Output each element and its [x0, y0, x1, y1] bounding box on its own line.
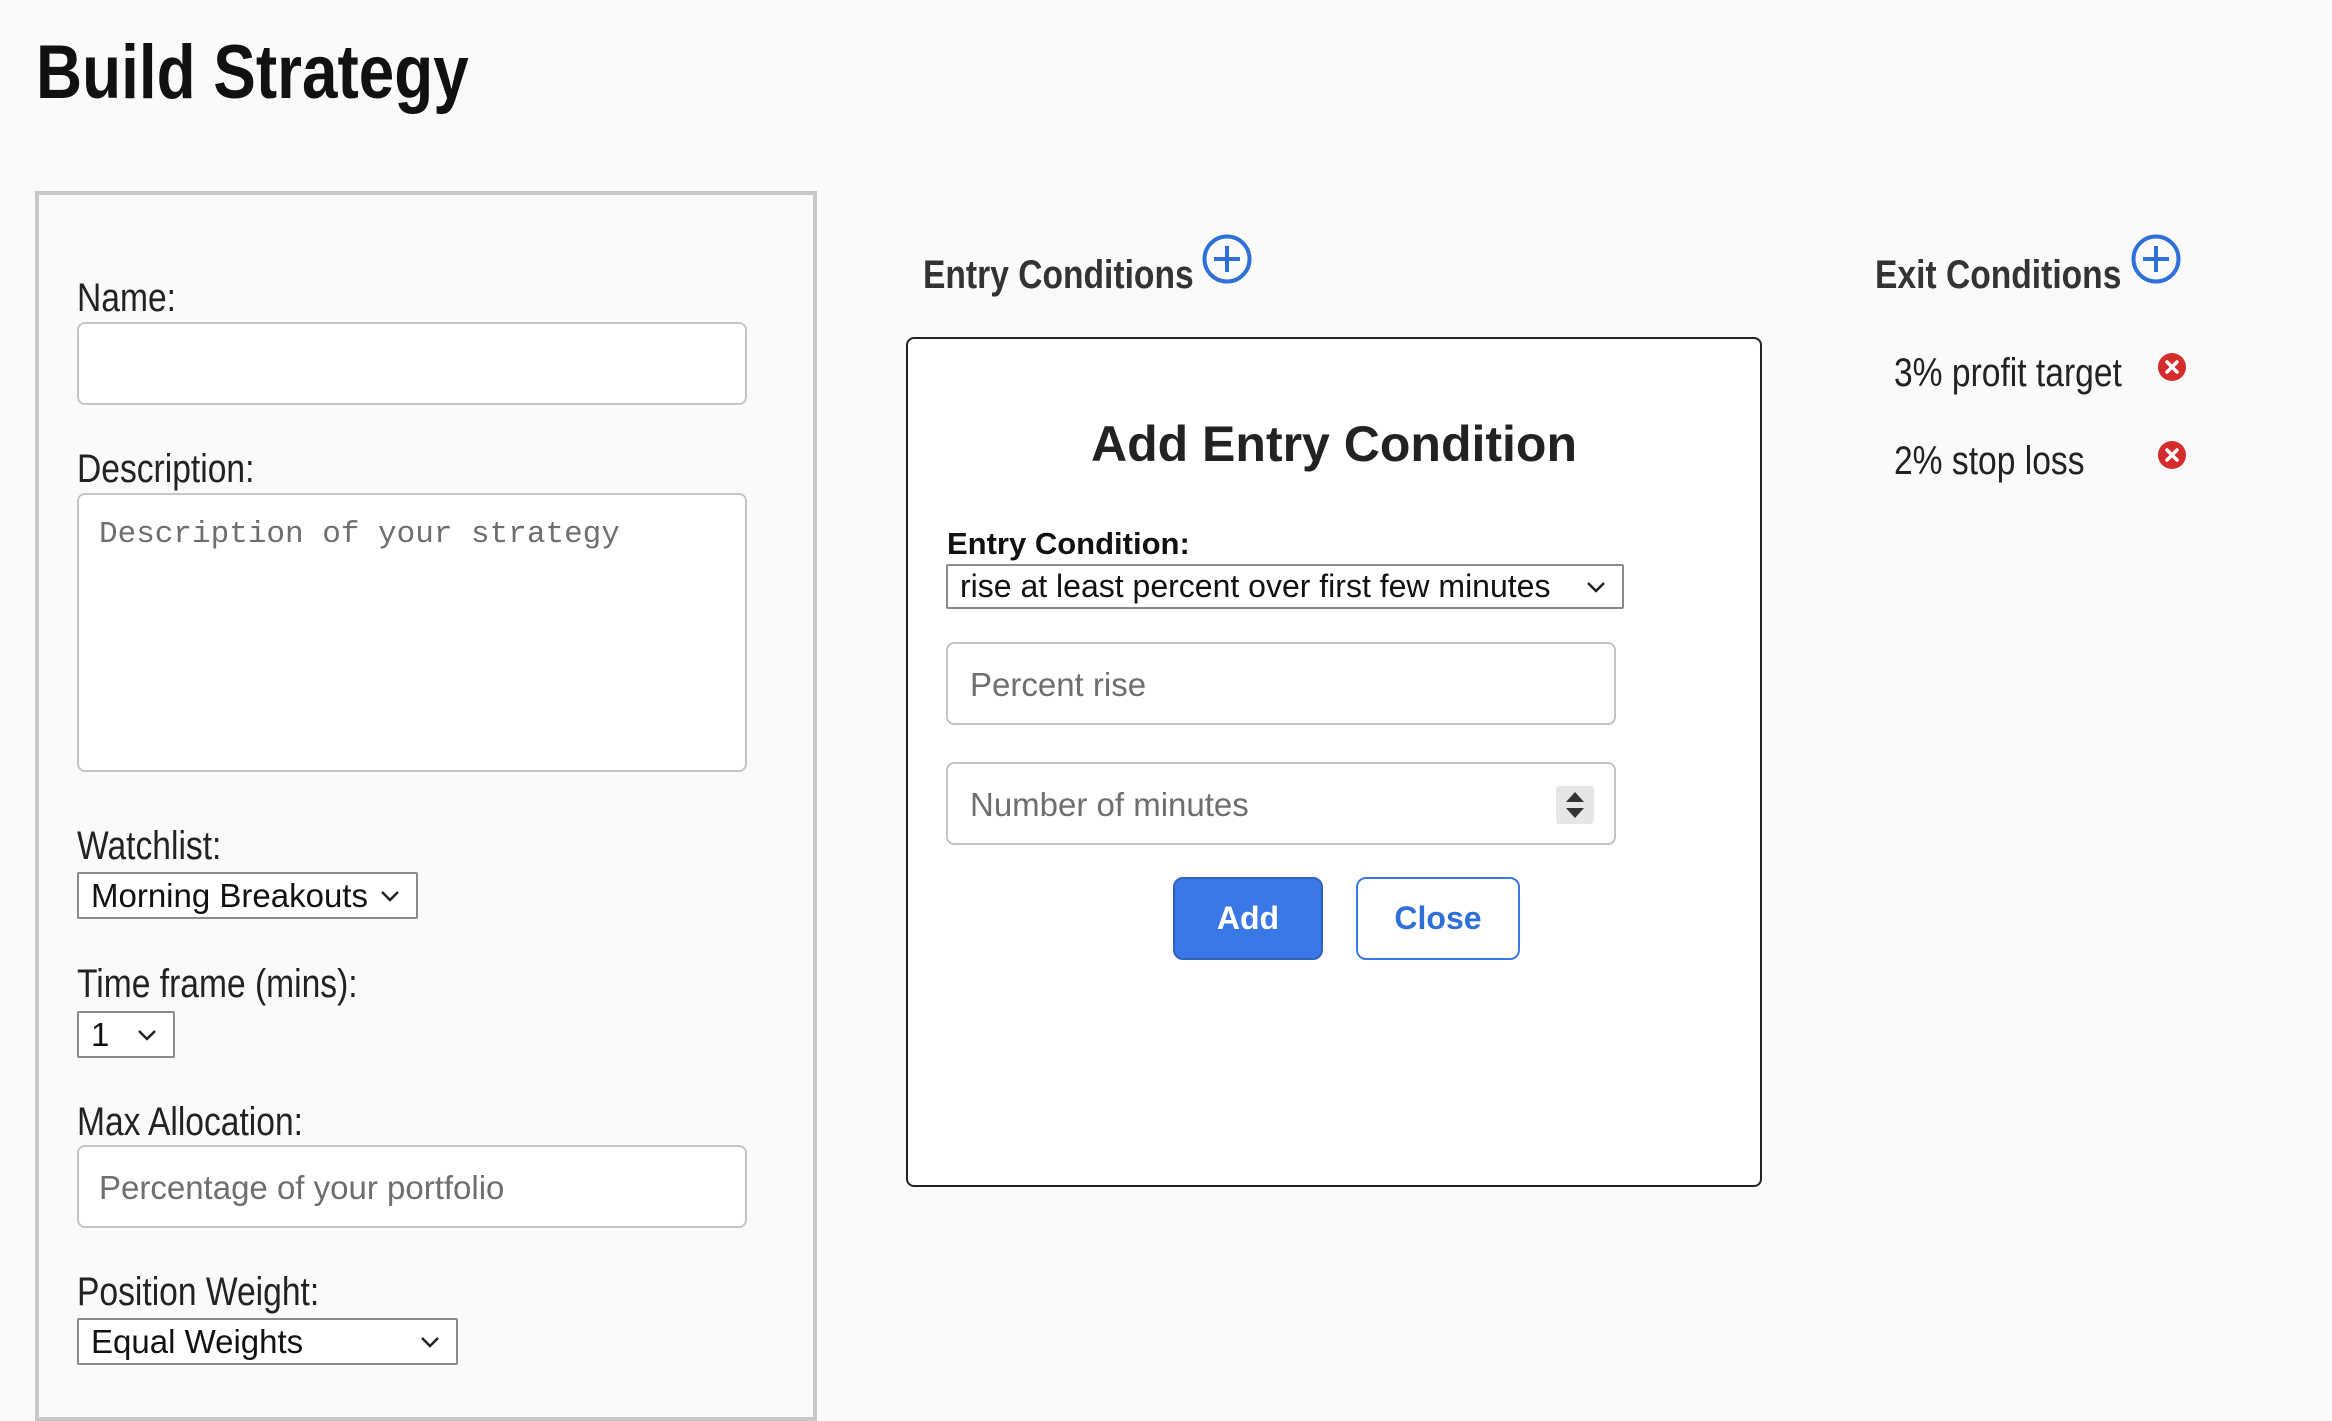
add-entry-condition-icon[interactable]: [1201, 233, 1253, 285]
dialog-title: Add Entry Condition: [1090, 416, 1578, 472]
timeframe-label: Time frame (mins):: [77, 962, 358, 1006]
exit-conditions-heading: Exit Conditions: [1875, 253, 2122, 297]
description-label: Description:: [77, 447, 255, 491]
exit-condition-item: 3% profit target: [1894, 351, 2122, 395]
chevron-down-icon: [1587, 581, 1605, 593]
entry-condition-label: Entry Condition:: [947, 526, 1190, 561]
entry-conditions-heading: Entry Conditions: [923, 253, 1194, 297]
number-spinner-icon[interactable]: [1556, 786, 1594, 824]
exit-condition-item: 2% stop loss: [1894, 439, 2085, 483]
max-allocation-placeholder: Percentage of your portfolio: [99, 1169, 505, 1206]
max-allocation-label: Max Allocation:: [77, 1100, 303, 1144]
close-button[interactable]: Close: [1356, 877, 1520, 960]
name-input[interactable]: [77, 322, 747, 405]
timeframe-select[interactable]: 1: [77, 1011, 175, 1058]
chevron-down-icon: [138, 1029, 156, 1041]
number-of-minutes-placeholder: Number of minutes: [970, 786, 1249, 823]
watchlist-label: Watchlist:: [77, 824, 222, 868]
timeframe-value: 1: [91, 1015, 110, 1053]
add-exit-condition-icon[interactable]: [2130, 233, 2182, 285]
percent-rise-input[interactable]: Percent rise: [946, 642, 1616, 725]
chevron-down-icon: [381, 890, 399, 902]
position-weight-value: Equal Weights: [91, 1322, 304, 1360]
max-allocation-input[interactable]: Percentage of your portfolio: [77, 1145, 747, 1228]
position-weight-label: Position Weight:: [77, 1270, 320, 1314]
watchlist-value: Morning Breakouts: [91, 876, 368, 914]
description-textarea[interactable]: Description of your strategy: [77, 493, 747, 772]
percent-rise-placeholder: Percent rise: [970, 666, 1147, 703]
remove-exit-condition-icon[interactable]: [2157, 440, 2187, 470]
entry-condition-value: rise at least percent over first few min…: [960, 568, 1551, 604]
description-placeholder: Description of your strategy: [99, 517, 620, 552]
position-weight-select[interactable]: Equal Weights: [77, 1318, 458, 1365]
page-title: Build Strategy: [36, 30, 469, 115]
name-label: Name:: [77, 276, 176, 320]
number-of-minutes-input[interactable]: Number of minutes: [946, 762, 1616, 845]
remove-exit-condition-icon[interactable]: [2157, 352, 2187, 382]
watchlist-select[interactable]: Morning Breakouts: [77, 872, 418, 919]
add-button[interactable]: Add: [1173, 877, 1323, 960]
entry-condition-select[interactable]: rise at least percent over first few min…: [946, 564, 1624, 609]
chevron-down-icon: [421, 1336, 439, 1348]
